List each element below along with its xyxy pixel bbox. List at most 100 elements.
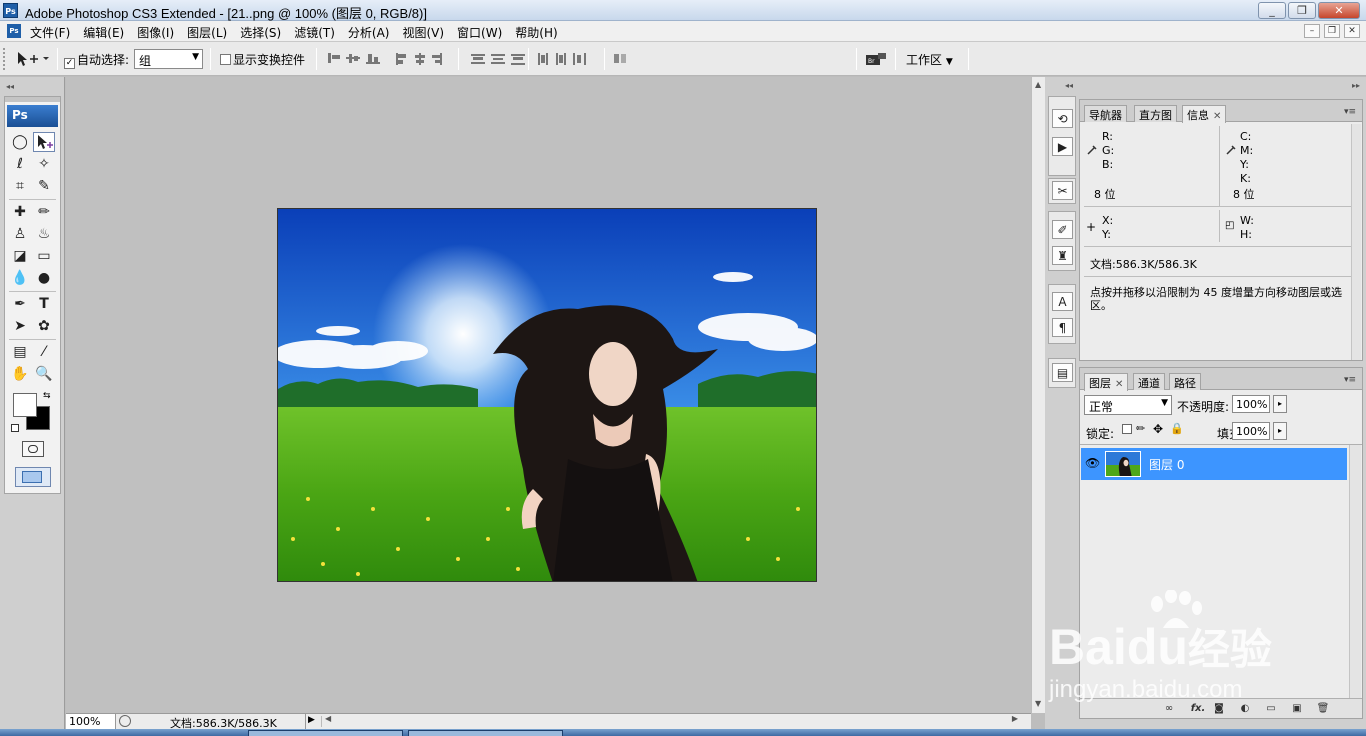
- collapse-dock-icon[interactable]: ◂◂: [1065, 81, 1073, 90]
- character-panel-icon[interactable]: A: [1052, 292, 1073, 311]
- vertical-scrollbar[interactable]: ▲ ▼: [1031, 77, 1045, 713]
- layer-comps-icon[interactable]: ▤: [1052, 363, 1073, 382]
- lasso-tool-icon[interactable]: ℓ: [9, 154, 31, 174]
- eye-icon[interactable]: 👁: [1085, 456, 1100, 470]
- hand-tool-icon[interactable]: ✋: [9, 364, 31, 384]
- menu-help[interactable]: 帮助(H): [515, 24, 557, 41]
- custom-shape-tool-icon[interactable]: ✿: [33, 316, 55, 336]
- close-tab-icon[interactable]: ✕: [1115, 379, 1123, 390]
- menu-image[interactable]: 图像(I): [137, 24, 174, 41]
- panel-menu-icon[interactable]: ▾≡: [1344, 375, 1356, 385]
- eyedropper-tool-icon[interactable]: ⁄: [33, 342, 55, 362]
- menu-file[interactable]: 文件(F): [30, 24, 70, 41]
- opacity-slider-arrow-icon[interactable]: ▸: [1273, 395, 1287, 413]
- tool-presets-icon[interactable]: ✂: [1052, 181, 1073, 200]
- screen-mode-button[interactable]: [15, 467, 51, 487]
- workspace-menu[interactable]: 工作区 ▼: [906, 51, 953, 68]
- bridge-icon[interactable]: Br: [864, 50, 888, 68]
- blur-tool-icon[interactable]: 💧: [9, 268, 31, 288]
- show-transform-checkbox[interactable]: [220, 54, 231, 65]
- close-tab-icon[interactable]: ✕: [1213, 111, 1221, 122]
- actions-panel-icon[interactable]: ▶: [1052, 137, 1073, 156]
- menu-edit[interactable]: 编辑(E): [83, 24, 124, 41]
- magic-wand-tool-icon[interactable]: ✧: [33, 154, 55, 174]
- document-icon[interactable]: Ps: [7, 24, 21, 38]
- menu-filter[interactable]: 滤镜(T): [294, 24, 335, 41]
- taskbar-button[interactable]: [408, 730, 563, 736]
- notes-tool-icon[interactable]: ▤: [9, 342, 31, 362]
- brushes-panel-icon[interactable]: ✐: [1052, 220, 1073, 239]
- pen-tool-icon[interactable]: ✒: [9, 294, 31, 314]
- history-brush-tool-icon[interactable]: ♨: [33, 224, 55, 244]
- clone-stamp-tool-icon[interactable]: ♙: [9, 224, 31, 244]
- auto-select-option[interactable]: ✓ 自动选择:: [64, 51, 129, 69]
- tab-navigator[interactable]: 导航器: [1084, 105, 1127, 122]
- close-button[interactable]: ✕: [1318, 2, 1360, 19]
- menu-analysis[interactable]: 分析(A): [348, 24, 390, 41]
- doc-close-button[interactable]: ✕: [1344, 24, 1360, 38]
- crop-tool-icon[interactable]: ⌗: [9, 176, 31, 196]
- type-tool-icon[interactable]: T: [33, 294, 55, 314]
- zoom-tool-icon[interactable]: 🔍: [33, 364, 55, 384]
- lock-position-icon[interactable]: ✥: [1153, 422, 1163, 436]
- collapse-toolbox-icon[interactable]: ◂◂: [6, 82, 14, 91]
- move-tool-icon[interactable]: [33, 132, 55, 152]
- brush-tool-icon[interactable]: ✏: [33, 202, 55, 222]
- gradient-tool-icon[interactable]: ▭: [33, 246, 55, 266]
- doc-restore-button[interactable]: ❐: [1324, 24, 1340, 38]
- clone-source-icon[interactable]: ♜: [1052, 246, 1073, 265]
- menu-select[interactable]: 选择(S): [240, 24, 281, 41]
- lock-image-icon[interactable]: ✏: [1136, 422, 1145, 435]
- zoom-level-field[interactable]: 100%: [66, 714, 116, 729]
- menu-layer[interactable]: 图层(L): [187, 24, 227, 41]
- layers-scrollbar[interactable]: [1349, 445, 1361, 698]
- panel-menu-icon[interactable]: ▾≡: [1344, 107, 1356, 117]
- tab-paths[interactable]: 路径: [1169, 373, 1201, 390]
- tool-preset-picker[interactable]: [14, 49, 52, 69]
- auto-select-dropdown[interactable]: 组 ▼: [134, 49, 203, 69]
- healing-brush-tool-icon[interactable]: ✚: [9, 202, 31, 222]
- restore-button[interactable]: ❐: [1288, 2, 1316, 19]
- doc-minimize-button[interactable]: –: [1304, 24, 1320, 38]
- expand-dock-icon[interactable]: ▸▸: [1352, 81, 1360, 90]
- toolbox-logo[interactable]: Ps: [7, 105, 58, 127]
- history-panel-icon[interactable]: ⟲: [1052, 109, 1073, 128]
- foreground-color-swatch[interactable]: [13, 393, 37, 417]
- auto-select-checkbox[interactable]: ✓: [64, 58, 75, 69]
- canvas-area[interactable]: [66, 77, 1031, 713]
- blend-mode-dropdown[interactable]: 正常 ▼: [1084, 395, 1172, 415]
- scroll-right-icon[interactable]: ▶: [1012, 714, 1018, 723]
- tab-info[interactable]: 信息 ✕: [1182, 105, 1227, 123]
- marquee-tool-icon[interactable]: ◯: [9, 132, 31, 152]
- horizontal-scrollbar[interactable]: ◀ ▶: [321, 714, 1021, 727]
- paragraph-panel-icon[interactable]: ¶: [1052, 318, 1073, 337]
- toolbox-grip[interactable]: [5, 97, 60, 102]
- taskbar-button[interactable]: [248, 730, 403, 736]
- path-selection-tool-icon[interactable]: ➤: [9, 316, 31, 336]
- slice-tool-icon[interactable]: ✎: [33, 176, 55, 196]
- fill-field[interactable]: 100%: [1232, 422, 1270, 440]
- minimize-button[interactable]: _: [1258, 2, 1286, 19]
- status-menu-arrow-icon[interactable]: ▶: [308, 715, 315, 725]
- layer-row[interactable]: 👁 图层 0: [1081, 448, 1347, 480]
- lock-all-icon[interactable]: 🔒: [1170, 422, 1184, 435]
- default-colors-icon[interactable]: [11, 424, 19, 432]
- document-image[interactable]: [277, 208, 817, 582]
- menu-view[interactable]: 视图(V): [402, 24, 444, 41]
- align-distribute-buttons[interactable]: [326, 51, 596, 67]
- scroll-down-icon[interactable]: ▼: [1035, 699, 1041, 708]
- tab-channels[interactable]: 通道: [1133, 373, 1165, 390]
- quick-mask-button[interactable]: [22, 441, 44, 457]
- eraser-tool-icon[interactable]: ◪: [9, 246, 31, 266]
- info-scrollbar[interactable]: [1351, 124, 1361, 360]
- tab-histogram[interactable]: 直方图: [1134, 105, 1177, 122]
- fill-slider-arrow-icon[interactable]: ▸: [1273, 422, 1287, 440]
- show-transform-option[interactable]: 显示变换控件: [220, 51, 305, 68]
- status-info-icon[interactable]: [119, 715, 131, 727]
- menu-window[interactable]: 窗口(W): [457, 24, 502, 41]
- opacity-field[interactable]: 100%: [1232, 395, 1270, 413]
- tab-layers[interactable]: 图层 ✕: [1084, 373, 1129, 391]
- options-grip[interactable]: [3, 48, 7, 70]
- scroll-up-icon[interactable]: ▲: [1035, 80, 1041, 89]
- auto-align-layers-icon[interactable]: [612, 51, 630, 67]
